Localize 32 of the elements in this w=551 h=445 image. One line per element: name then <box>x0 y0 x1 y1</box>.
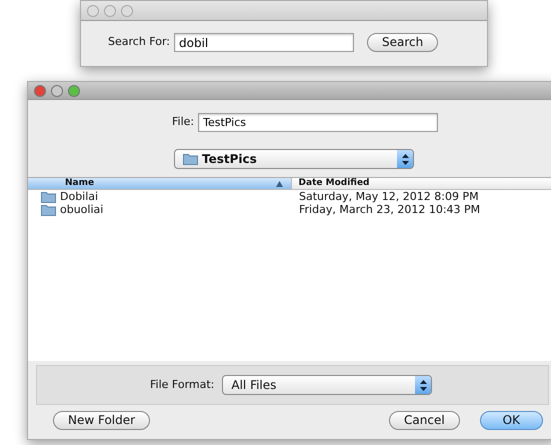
up-down-arrows-icon <box>420 380 427 390</box>
column-header[interactable]: Name <box>28 178 292 190</box>
search-field[interactable]: dobil <box>174 33 354 52</box>
file-label: File: <box>172 114 194 130</box>
search-button[interactable]: Search <box>367 33 438 52</box>
minimize-button[interactable] <box>51 84 63 96</box>
dialog-button[interactable]: New Folder <box>53 411 150 430</box>
file-format-label: File Format: <box>150 376 214 393</box>
sort-arrow-icon <box>276 180 283 186</box>
search-label: Search For: <box>108 34 170 50</box>
up-down-arrows-icon <box>402 154 408 164</box>
file-row[interactable]: obuoliai Friday, March 23, 2012 10:43 PM <box>28 203 551 216</box>
format-value: All Files <box>231 377 278 394</box>
folder-icon <box>183 153 198 165</box>
file-name: obuoliai <box>60 203 104 216</box>
file-name-field[interactable]: TestPics <box>198 113 438 132</box>
file-format-popup[interactable]: All Files <box>222 375 432 395</box>
file-date: Friday, March 23, 2012 10:43 PM <box>298 203 480 216</box>
file-name: Dobilai <box>60 190 98 203</box>
minimize-button[interactable] <box>104 4 116 16</box>
dialog-button[interactable]: OK <box>480 411 543 430</box>
close-button[interactable] <box>34 84 46 96</box>
file-row[interactable]: Dobilai Saturday, May 12, 2012 8:09 PM <box>28 190 551 203</box>
column-header[interactable]: Date Modified <box>292 178 551 190</box>
zoom-button[interactable] <box>68 84 80 96</box>
close-button[interactable] <box>87 4 99 16</box>
folder-popup[interactable]: TestPics <box>174 149 414 169</box>
folder-icon <box>41 204 56 216</box>
zoom-button[interactable] <box>121 4 133 16</box>
dialog-button[interactable]: Cancel <box>389 411 460 430</box>
file-date: Saturday, May 12, 2012 8:09 PM <box>298 190 479 203</box>
folder-name: TestPics <box>202 151 258 168</box>
